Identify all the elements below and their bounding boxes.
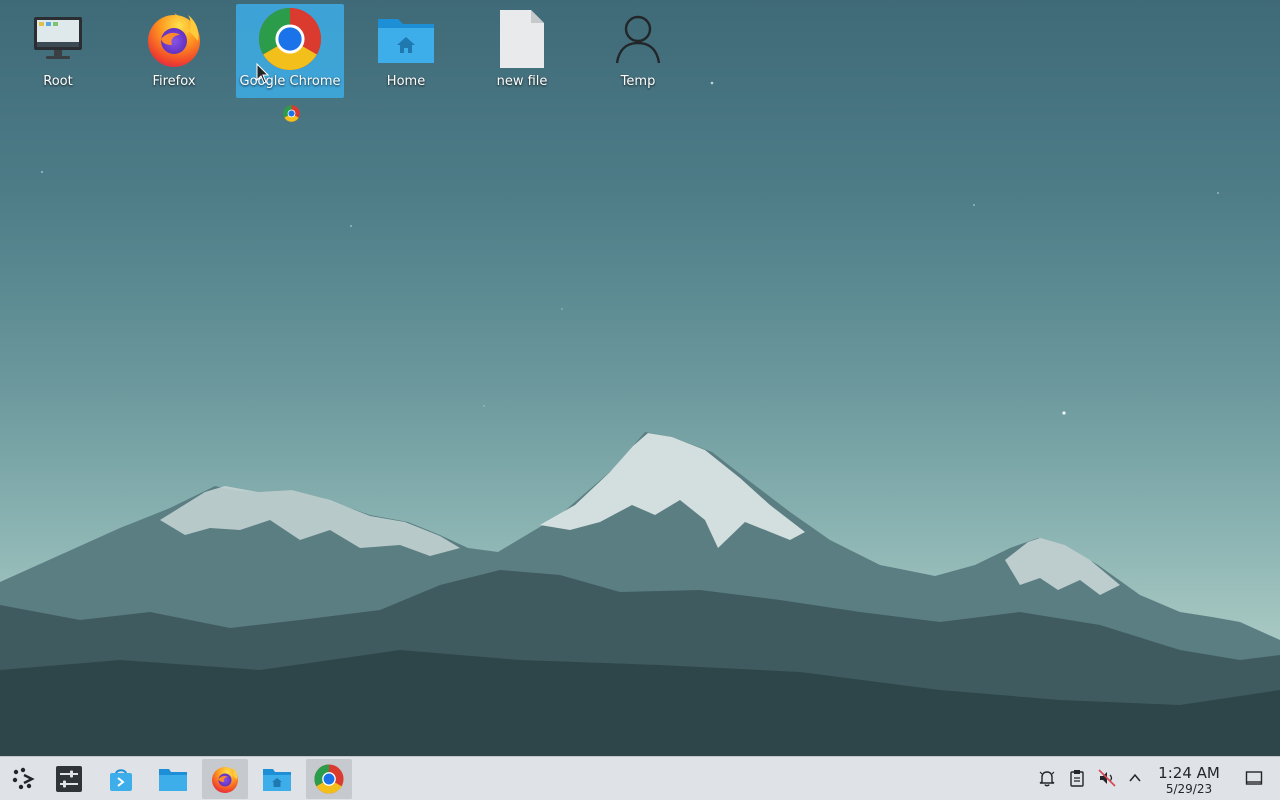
desktop-icon-root[interactable]: Root <box>4 4 112 98</box>
taskbar: 1:24 AM 5/29/23 <box>0 756 1280 800</box>
mouse-pointer-icon <box>256 62 270 85</box>
firefox-icon <box>212 766 238 793</box>
desktop-icon-new-file[interactable]: new file <box>468 4 576 98</box>
clock-date: 5/29/23 <box>1165 782 1213 796</box>
desktop-icon-google-chrome[interactable]: Google Chrome <box>236 4 344 98</box>
application-launcher-button[interactable] <box>0 759 46 799</box>
desktop-icon-label: new file <box>496 74 548 89</box>
system-settings-button[interactable] <box>46 759 92 799</box>
chrome-emblem-icon <box>283 105 300 122</box>
desktop-wallpaper[interactable]: Root Firefox Google Chrome Home new file… <box>0 0 1280 756</box>
mountain-wallpaper <box>0 81 1280 756</box>
volume-muted-icon[interactable] <box>1096 767 1118 789</box>
settings-sliders-icon <box>56 766 82 792</box>
desktop-icon-label: Google Chrome <box>239 74 341 89</box>
firefox-icon <box>142 4 206 74</box>
dolphin-file-manager-button[interactable] <box>150 759 196 799</box>
desktop-icon-temp[interactable]: Temp <box>584 4 692 98</box>
digital-clock[interactable]: 1:24 AM 5/29/23 <box>1150 764 1228 797</box>
home-folder-taskbar-button[interactable] <box>254 759 300 799</box>
kde-launcher-icon <box>12 767 35 790</box>
clipboard-icon[interactable] <box>1066 767 1088 789</box>
folder-icon <box>159 769 187 791</box>
store-bag-icon <box>110 769 132 791</box>
file-icon <box>490 4 554 74</box>
desktop-icon-label: Home <box>386 74 426 89</box>
show-desktop-icon[interactable] <box>1243 767 1265 789</box>
chrome-icon <box>314 764 344 794</box>
desktop-icon-home[interactable]: Home <box>352 4 460 98</box>
discover-store-button[interactable] <box>98 759 144 799</box>
computer-icon <box>26 4 90 74</box>
user-icon <box>606 4 670 74</box>
folder-home-icon <box>263 769 291 791</box>
desktop-icon-firefox[interactable]: Firefox <box>120 4 228 98</box>
google-chrome-taskbar-button[interactable] <box>306 759 352 799</box>
notifications-bell-icon[interactable] <box>1036 767 1058 789</box>
chevron-up-icon[interactable] <box>1124 767 1146 789</box>
desktop-icon-label: Root <box>43 74 73 89</box>
clock-time: 1:24 AM <box>1158 764 1220 782</box>
firefox-taskbar-button[interactable] <box>202 759 248 799</box>
home-folder-icon <box>374 4 438 74</box>
desktop-icon-label: Temp <box>620 74 656 89</box>
desktop-icon-label: Firefox <box>152 74 196 89</box>
